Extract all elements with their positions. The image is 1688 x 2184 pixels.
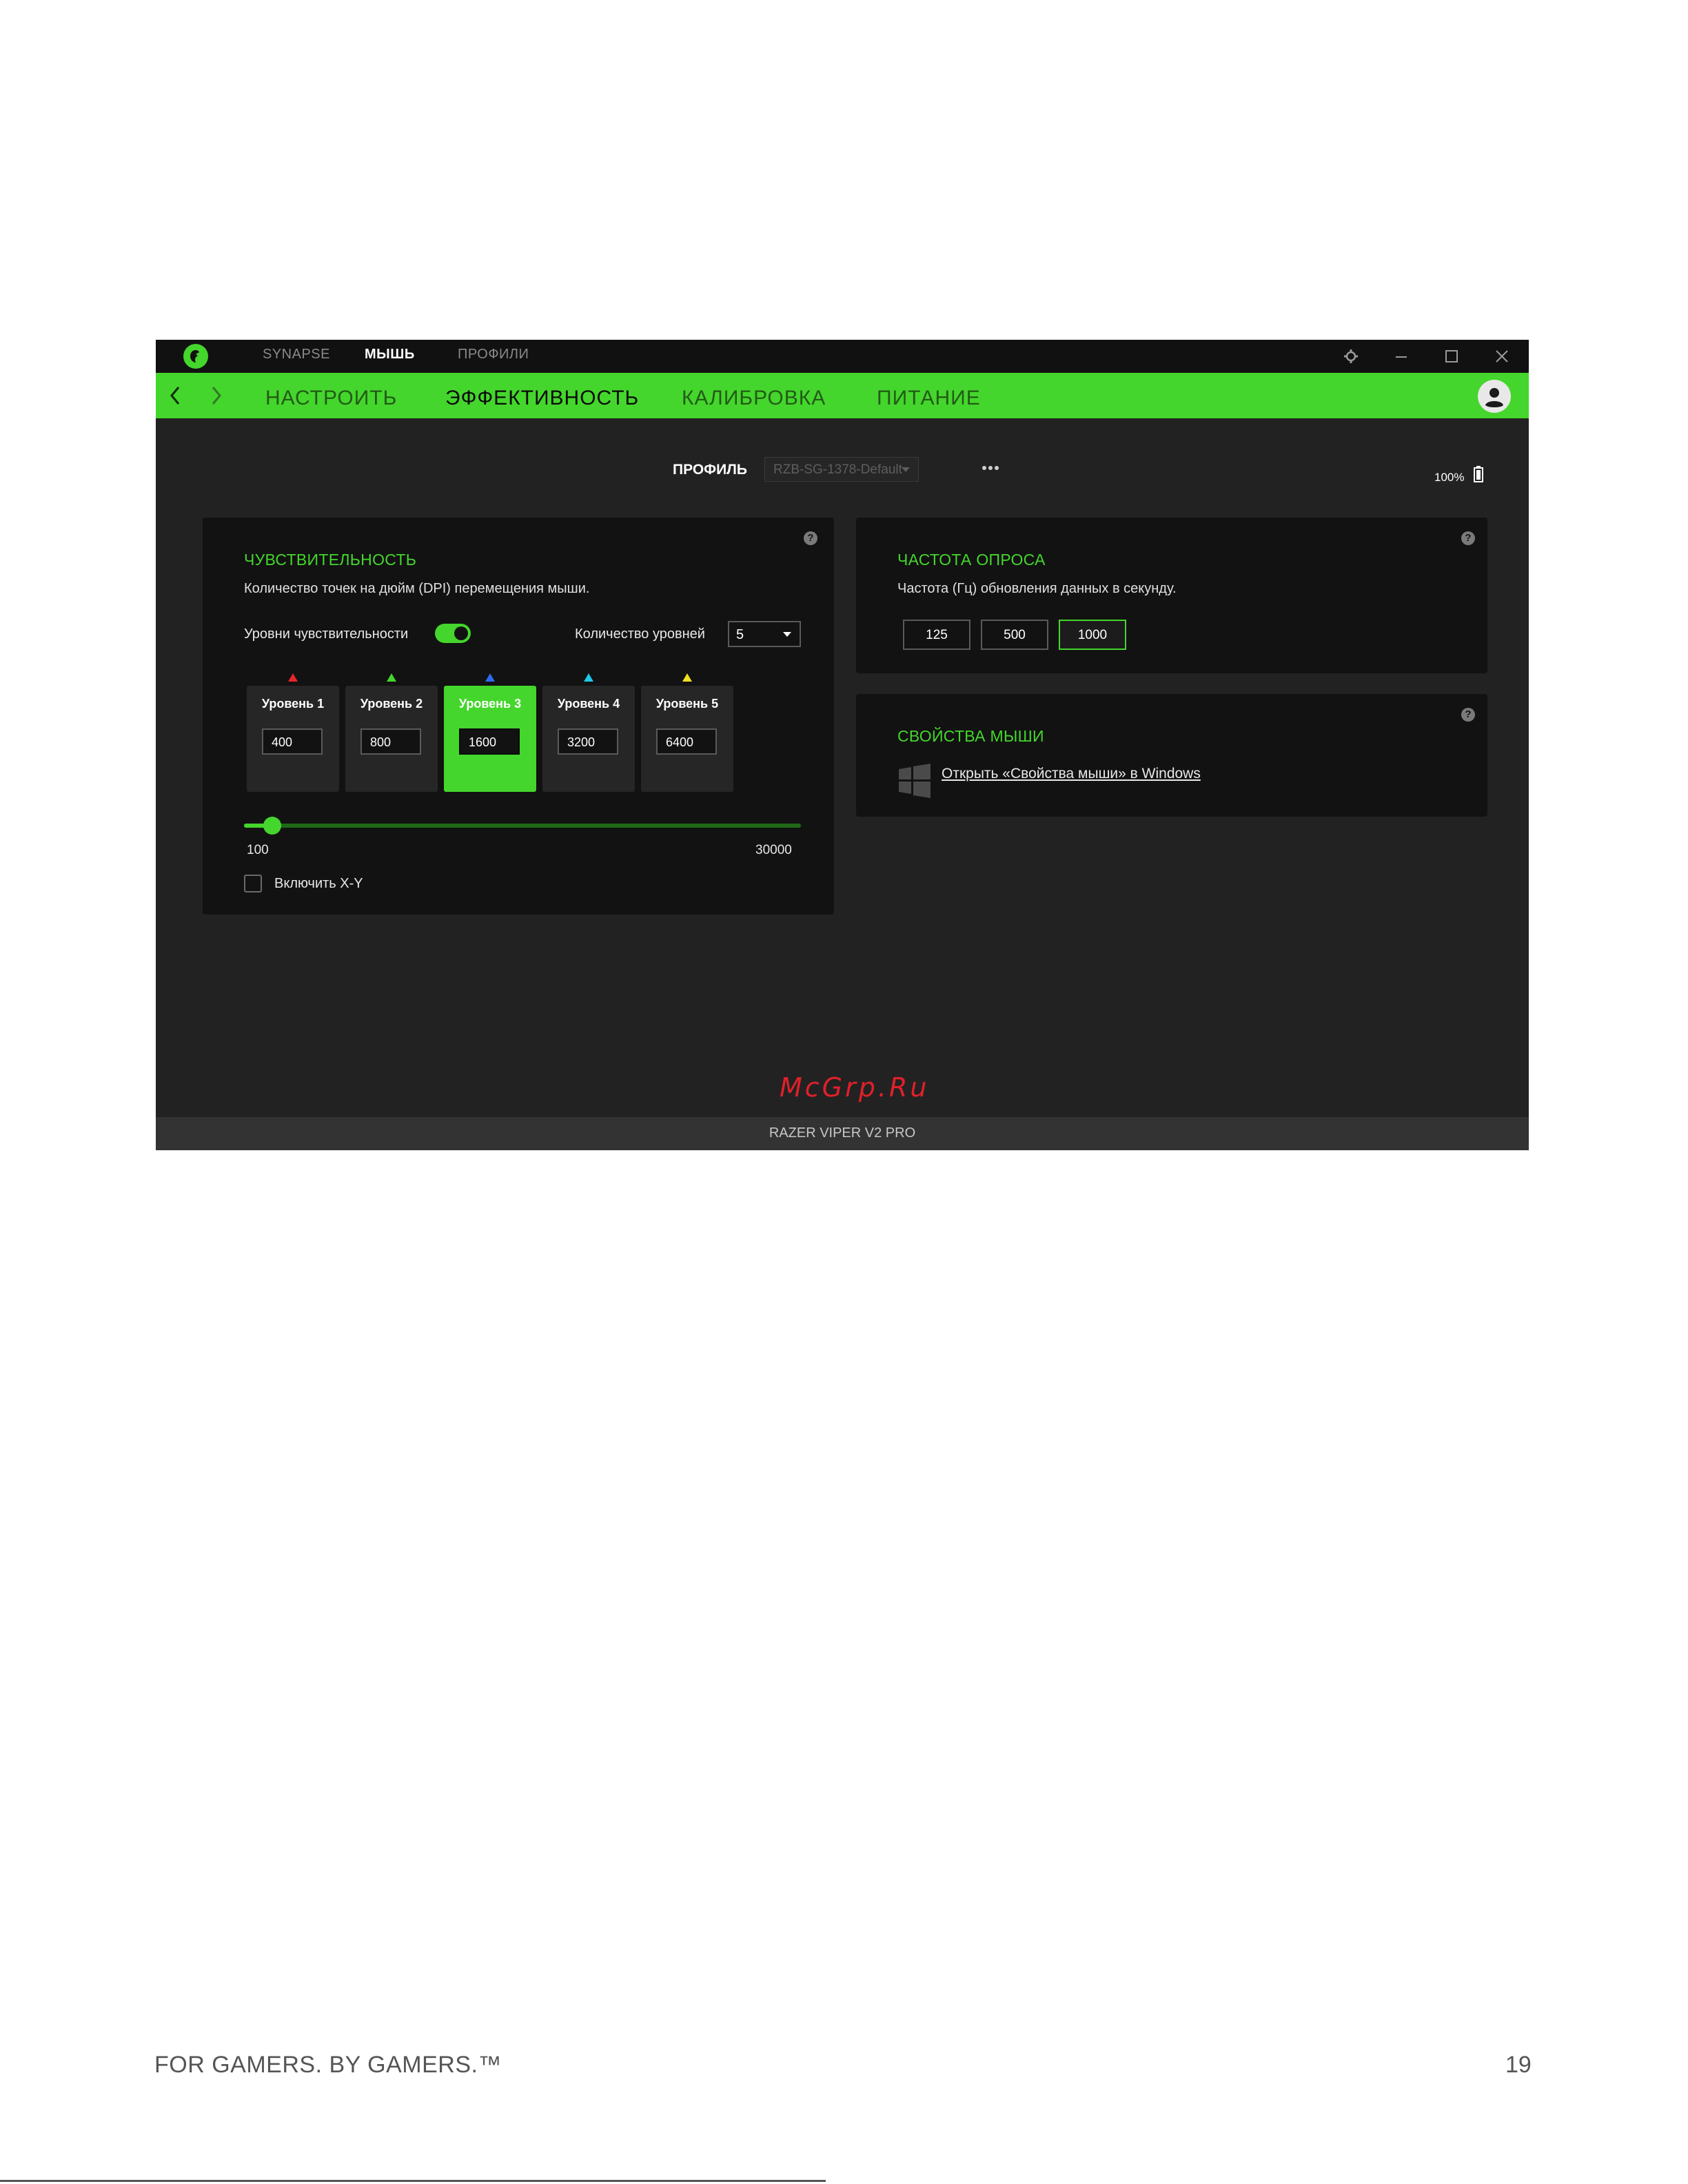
- dpi-level-input[interactable]: 1600: [459, 728, 520, 755]
- section-nav-bar: НАСТРОИТЬ ЭФФЕКТИВНОСТЬ КАЛИБРОВКА ПИТАН…: [156, 373, 1529, 418]
- rate-button-label: 500: [1004, 628, 1026, 642]
- dpi-level-value: 400: [272, 735, 293, 749]
- stage-count-label: Количество уровней: [575, 626, 705, 642]
- chevron-down-icon: [783, 632, 791, 637]
- more-options-icon[interactable]: [980, 461, 1001, 475]
- settings-gear-icon[interactable]: [1341, 347, 1361, 366]
- level-marker-icon: [682, 673, 692, 682]
- nav-tab-calibration[interactable]: КАЛИБРОВКА: [682, 387, 826, 410]
- windows-logo-icon: [897, 764, 932, 798]
- rate-button-500[interactable]: 500: [981, 620, 1048, 650]
- dpi-level-card-3[interactable]: Уровень 3 1600: [444, 686, 536, 792]
- back-arrow-icon[interactable]: [165, 384, 186, 407]
- maximize-icon[interactable]: [1442, 347, 1461, 366]
- dpi-level-input[interactable]: 800: [360, 728, 421, 755]
- mouse-properties-panel: СВОЙСТВА МЫШИ ? Открыть «Свойства мыши» …: [856, 694, 1487, 817]
- nav-tab-customize[interactable]: НАСТРОИТЬ: [265, 387, 397, 410]
- dpi-level-value: 3200: [567, 735, 596, 749]
- dpi-level-input[interactable]: 6400: [656, 728, 717, 755]
- sensitivity-description: Количество точек на дюйм (DPI) перемещен…: [244, 581, 590, 596]
- slider-min-label: 100: [247, 843, 269, 857]
- dpi-level-title: Уровень 4: [557, 697, 620, 711]
- polling-rate-panel: ЧАСТОТА ОПРОСА Частота (Гц) обновления д…: [856, 518, 1487, 673]
- dpi-level-value: 1600: [469, 735, 497, 749]
- chevron-down-icon: [902, 467, 910, 472]
- profile-dropdown[interactable]: RZB-SG-1378-Default: [764, 457, 919, 482]
- profile-label: ПРОФИЛЬ: [673, 462, 748, 478]
- rate-button-1000[interactable]: 1000: [1059, 620, 1126, 650]
- stages-label: Уровни чувствительности: [244, 626, 409, 642]
- user-avatar-icon[interactable]: [1478, 380, 1511, 413]
- toggle-knob: [454, 626, 468, 640]
- help-icon[interactable]: ?: [804, 531, 817, 545]
- rate-button-label: 1000: [1077, 628, 1108, 642]
- forward-arrow-icon[interactable]: [205, 384, 226, 407]
- dpi-slider-thumb[interactable]: [263, 817, 281, 835]
- battery-icon: [1474, 466, 1483, 482]
- dpi-level-input[interactable]: 400: [262, 728, 323, 755]
- dpi-level-title: Уровень 5: [655, 697, 719, 711]
- dpi-level-card-4[interactable]: Уровень 4 3200: [542, 686, 635, 792]
- slider-max-label: 30000: [755, 843, 792, 857]
- dpi-level-title: Уровень 3: [458, 697, 522, 711]
- stages-toggle[interactable]: [435, 624, 471, 643]
- rate-button-125[interactable]: 125: [903, 620, 970, 650]
- page-number: 19: [1505, 2052, 1532, 2078]
- status-bar: RAZER VIPER V2 PRO: [156, 1117, 1529, 1150]
- rate-button-label: 125: [926, 628, 948, 642]
- profile-dropdown-value: RZB-SG-1378-Default: [773, 462, 902, 477]
- sensitivity-panel: ЧУВСТВИТЕЛЬНОСТЬ Количество точек на дюй…: [203, 518, 834, 915]
- dpi-level-card-5[interactable]: Уровень 5 6400: [641, 686, 733, 792]
- sensitivity-title: ЧУВСТВИТЕЛЬНОСТЬ: [244, 551, 417, 569]
- open-mouse-properties-link[interactable]: Открыть «Свойства мыши» в Windows: [942, 766, 1201, 782]
- nav-tab-power[interactable]: ПИТАНИЕ: [877, 387, 981, 410]
- title-bar: SYNAPSE МЫШЬ ПРОФИЛИ: [156, 340, 1529, 373]
- nav-tab-performance[interactable]: ЭФФЕКТИВНОСТЬ: [445, 387, 639, 410]
- dpi-level-value: 800: [370, 735, 392, 749]
- dpi-level-title: Уровень 2: [360, 697, 423, 711]
- xy-checkbox[interactable]: [244, 875, 262, 892]
- device-name: RAZER VIPER V2 PRO: [769, 1125, 916, 1141]
- dpi-slider-track[interactable]: [244, 824, 801, 828]
- dpi-level-card-2[interactable]: Уровень 2 800: [345, 686, 438, 792]
- level-marker-icon: [288, 673, 298, 682]
- top-tab-synapse[interactable]: SYNAPSE: [263, 347, 330, 363]
- level-marker-icon: [584, 673, 593, 682]
- razer-logo-icon[interactable]: [183, 344, 208, 369]
- close-icon[interactable]: [1492, 347, 1512, 366]
- help-icon[interactable]: ?: [1461, 531, 1475, 545]
- dpi-level-value: 6400: [666, 735, 694, 749]
- footer-divider: [0, 2180, 826, 2182]
- polling-title: ЧАСТОТА ОПРОСА: [897, 551, 1046, 569]
- dpi-level-title: Уровень 1: [261, 697, 325, 711]
- watermark: McGrp.Ru: [780, 1072, 930, 1103]
- stage-count-dropdown[interactable]: 5: [728, 621, 801, 647]
- help-icon[interactable]: ?: [1461, 708, 1475, 722]
- footer-tagline: FOR GAMERS. BY GAMERS.™: [154, 2052, 502, 2078]
- mouse-properties-title: СВОЙСТВА МЫШИ: [897, 727, 1044, 745]
- minimize-icon[interactable]: [1392, 347, 1411, 366]
- dpi-level-input[interactable]: 3200: [558, 728, 618, 755]
- dpi-level-card-1[interactable]: Уровень 1 400: [247, 686, 339, 792]
- top-tab-profiles[interactable]: ПРОФИЛИ: [458, 347, 529, 363]
- level-marker-icon: [485, 673, 495, 682]
- level-marker-icon: [387, 673, 396, 682]
- top-tab-mouse[interactable]: МЫШЬ: [365, 347, 415, 363]
- polling-description: Частота (Гц) обновления данных в секунду…: [897, 581, 1177, 596]
- stage-count-value: 5: [736, 627, 744, 642]
- synapse-window: SYNAPSE МЫШЬ ПРОФИЛИ НАСТРОИТЬ ЭФФЕКТИВН…: [156, 340, 1529, 1150]
- battery-percent: 100%: [1434, 471, 1465, 484]
- xy-label: Включить X-Y: [274, 876, 363, 891]
